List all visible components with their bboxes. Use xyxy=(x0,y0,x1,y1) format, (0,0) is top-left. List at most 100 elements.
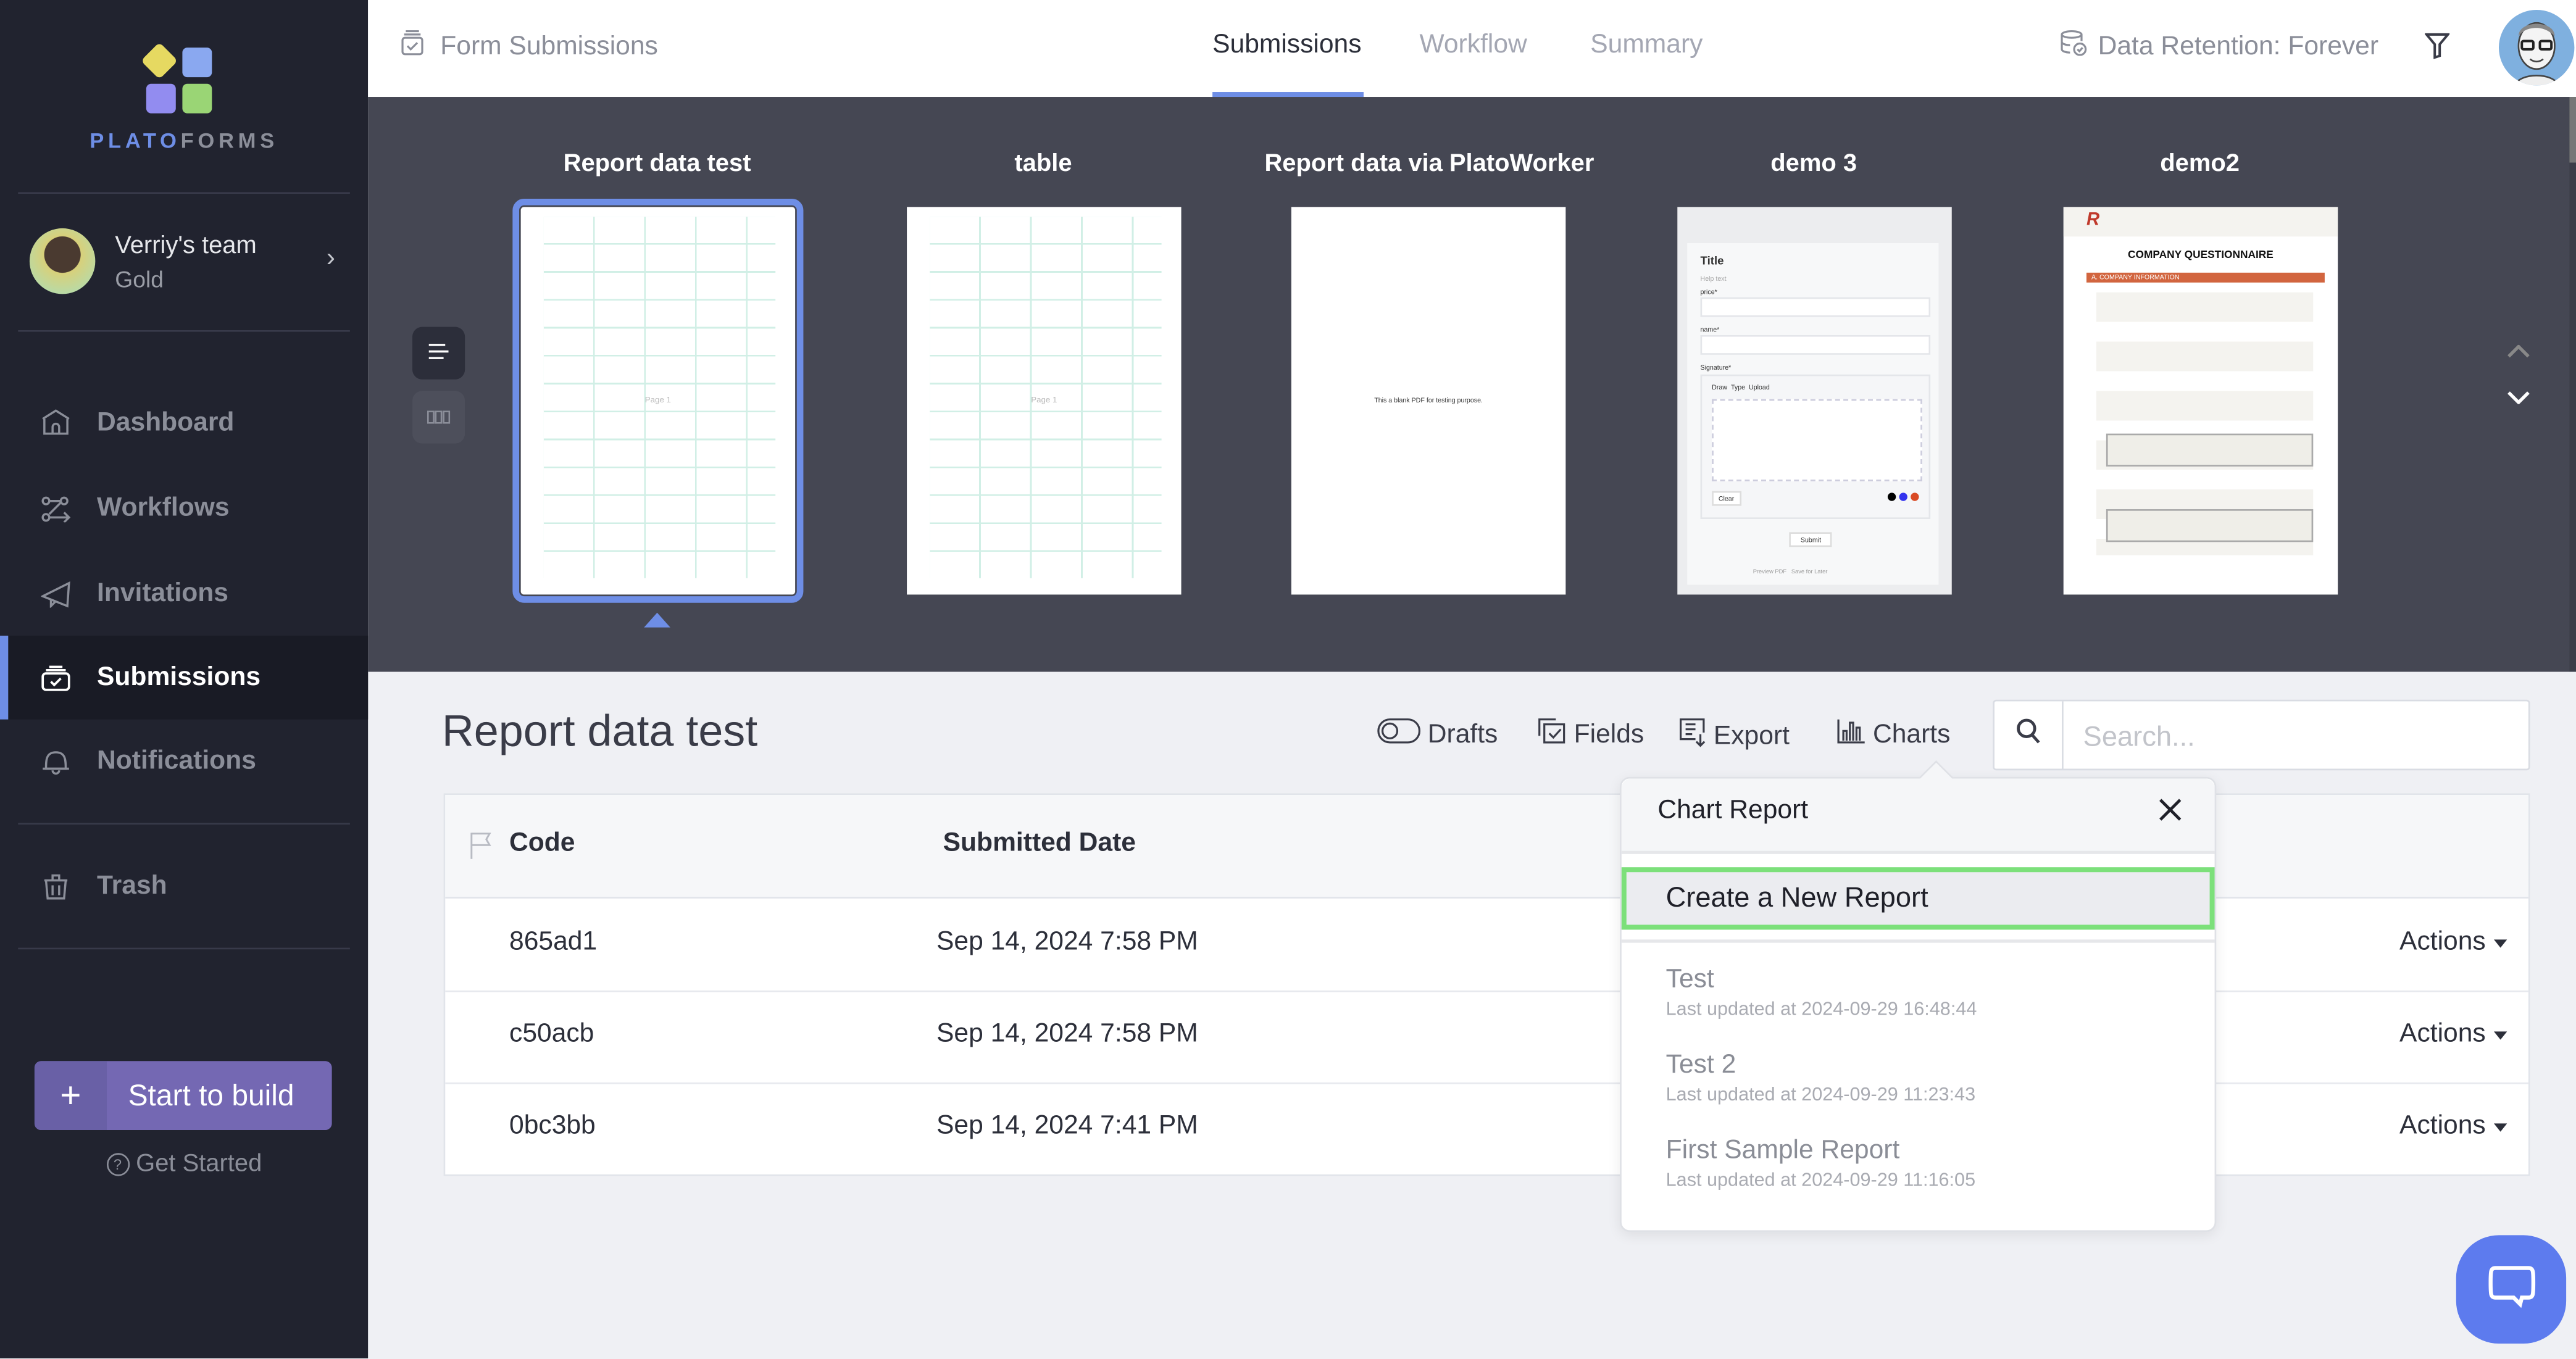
get-started-label: Get Started xyxy=(136,1149,262,1178)
logo-text: PLATOFORMS xyxy=(0,128,368,153)
tab-summary[interactable]: Summary xyxy=(1590,31,1703,61)
column-header-code[interactable]: Code xyxy=(509,829,575,859)
start-to-build-label: Start to build xyxy=(128,1078,294,1112)
report-name: Test 2 xyxy=(1665,1051,1736,1079)
preview-textbox xyxy=(2106,433,2314,467)
report-updated: Last updated at 2024-09-29 16:48:44 xyxy=(1665,1000,1977,1020)
scrollbar[interactable] xyxy=(2569,97,2576,672)
sidebar-item-workflows[interactable]: Workflows xyxy=(0,467,368,551)
divider xyxy=(18,823,350,825)
breadcrumb: Form Submissions xyxy=(401,30,658,64)
sidebar-item-label: Notifications xyxy=(97,746,256,775)
scroll-down-icon[interactable] xyxy=(2507,383,2530,409)
preview-sig-tabs: Draw Type Upload xyxy=(1712,383,1770,391)
charts-button[interactable]: Charts xyxy=(1836,718,1950,752)
actions-dropdown[interactable]: Actions xyxy=(2399,928,2507,958)
form-thumbnail-demo2[interactable]: R COMPANY QUESTIONNAIRE A. COMPANY INFOR… xyxy=(2063,207,2338,595)
preview-input xyxy=(1700,297,1931,317)
export-button[interactable]: Export xyxy=(1679,718,1790,755)
cell-code: 865ad1 xyxy=(509,928,598,956)
scrollbar-thumb[interactable] xyxy=(2569,97,2576,163)
divider xyxy=(1621,939,2215,943)
form-thumbnail-report-data-test[interactable]: Page 1 xyxy=(512,199,804,603)
preview-heading: Title xyxy=(1700,256,1724,268)
submissions-icon xyxy=(40,665,72,691)
caret-down-icon xyxy=(2494,1031,2507,1039)
filter-icon[interactable] xyxy=(2424,33,2451,67)
logo-purple-square xyxy=(146,83,176,114)
search-box xyxy=(1993,699,2530,772)
sidebar-item-label: Invitations xyxy=(97,579,228,607)
selected-indicator-icon xyxy=(644,612,670,628)
team-name: Verriy's team xyxy=(115,231,257,260)
database-check-icon xyxy=(2060,30,2088,64)
charts-label: Charts xyxy=(1872,720,1951,749)
company-logo-icon: R xyxy=(2086,210,2100,230)
top-bar: Form Submissions Submissions Workflow Su… xyxy=(368,0,2576,98)
preview-footer-item: Save for Later xyxy=(1791,568,1828,575)
checkbox-list-icon xyxy=(1538,718,1567,752)
form-thumbnail-table[interactable]: Page 1 xyxy=(907,207,1182,595)
preview-field-label: price* xyxy=(1700,287,1717,296)
form-thumbnail-demo-3[interactable]: Title Help text price* name* Signature* … xyxy=(1677,207,1952,595)
columns-icon xyxy=(427,402,451,432)
flag-icon[interactable] xyxy=(470,831,493,868)
export-label: Export xyxy=(1713,721,1790,750)
report-item[interactable]: First Sample Report Last updated at 2024… xyxy=(1666,1137,2159,1191)
sig-tab: Type xyxy=(1730,383,1746,391)
bell-icon xyxy=(40,747,72,775)
team-plan: Gold xyxy=(115,266,164,293)
sidebar-item-invitations[interactable]: Invitations xyxy=(0,552,368,636)
search-input[interactable] xyxy=(2080,701,2514,772)
actions-dropdown[interactable]: Actions xyxy=(2399,1112,2507,1142)
tab-submissions[interactable]: Submissions xyxy=(1212,31,1361,61)
chat-launcher-button[interactable] xyxy=(2456,1235,2567,1344)
list-view-button[interactable] xyxy=(412,326,465,380)
search-button[interactable] xyxy=(1995,701,2064,769)
column-header-submitted-date[interactable]: Submitted Date xyxy=(943,829,1136,859)
fields-button[interactable]: Fields xyxy=(1538,718,1644,752)
sidebar-item-label: Trash xyxy=(97,871,167,900)
drafts-toggle[interactable]: Drafts xyxy=(1377,718,1498,752)
list-icon xyxy=(428,338,449,368)
report-item[interactable]: Test Last updated at 2024-09-29 16:48:44 xyxy=(1666,966,2159,1020)
get-started-link[interactable]: ? Get Started xyxy=(0,1150,368,1178)
user-avatar[interactable] xyxy=(2498,9,2575,86)
data-retention[interactable]: Data Retention: Forever xyxy=(2060,30,2378,64)
submissions-icon xyxy=(401,30,423,64)
export-icon xyxy=(1679,718,1707,755)
paper-plane-icon xyxy=(40,580,72,607)
preview-field-label: Signature* xyxy=(1700,363,1732,372)
caret-down-icon xyxy=(2494,1123,2507,1131)
help-circle-icon: ? xyxy=(106,1153,130,1176)
plus-icon: + xyxy=(34,1061,107,1131)
logo-blue-square xyxy=(182,48,212,78)
breadcrumb-label: Form Submissions xyxy=(440,31,658,60)
preview-submit: Submit xyxy=(1789,532,1833,547)
sidebar-item-notifications[interactable]: Notifications xyxy=(0,720,368,804)
preview-header: R xyxy=(2063,207,2338,237)
create-new-report-button[interactable]: Create a New Report xyxy=(1621,867,2215,930)
actions-dropdown[interactable]: Actions xyxy=(2399,1020,2507,1050)
sidebar-item-submissions[interactable]: Submissions xyxy=(0,635,369,720)
tab-workflow[interactable]: Workflow xyxy=(1419,31,1527,61)
preview-draw-area xyxy=(1712,399,1922,481)
preview-input xyxy=(1700,335,1931,355)
grid-view-button[interactable] xyxy=(412,391,465,444)
active-tab-indicator xyxy=(1212,92,1364,98)
sidebar-item-label: Submissions xyxy=(97,662,261,691)
team-switcher[interactable]: Verriy's team Gold › xyxy=(29,228,352,297)
start-to-build-button[interactable]: + Start to build xyxy=(34,1061,332,1131)
chevron-right-icon: › xyxy=(326,244,335,273)
fields-label: Fields xyxy=(1574,720,1644,749)
sidebar-item-trash[interactable]: Trash xyxy=(0,844,368,928)
scroll-up-icon[interactable] xyxy=(2507,337,2530,364)
sidebar-item-label: Workflows xyxy=(97,493,230,522)
report-item[interactable]: Test 2 Last updated at 2024-09-29 11:23:… xyxy=(1666,1051,2159,1105)
sidebar-item-dashboard[interactable]: Dashboard xyxy=(0,381,368,465)
actions-label: Actions xyxy=(2399,1020,2486,1048)
close-icon[interactable] xyxy=(2159,798,2182,829)
form-thumbnail-report-data-via-platoworker[interactable]: This a blank PDF for testing purpose. xyxy=(1291,207,1566,595)
bar-chart-icon xyxy=(1836,718,1866,752)
report-updated: Last updated at 2024-09-29 11:23:43 xyxy=(1665,1086,1976,1106)
